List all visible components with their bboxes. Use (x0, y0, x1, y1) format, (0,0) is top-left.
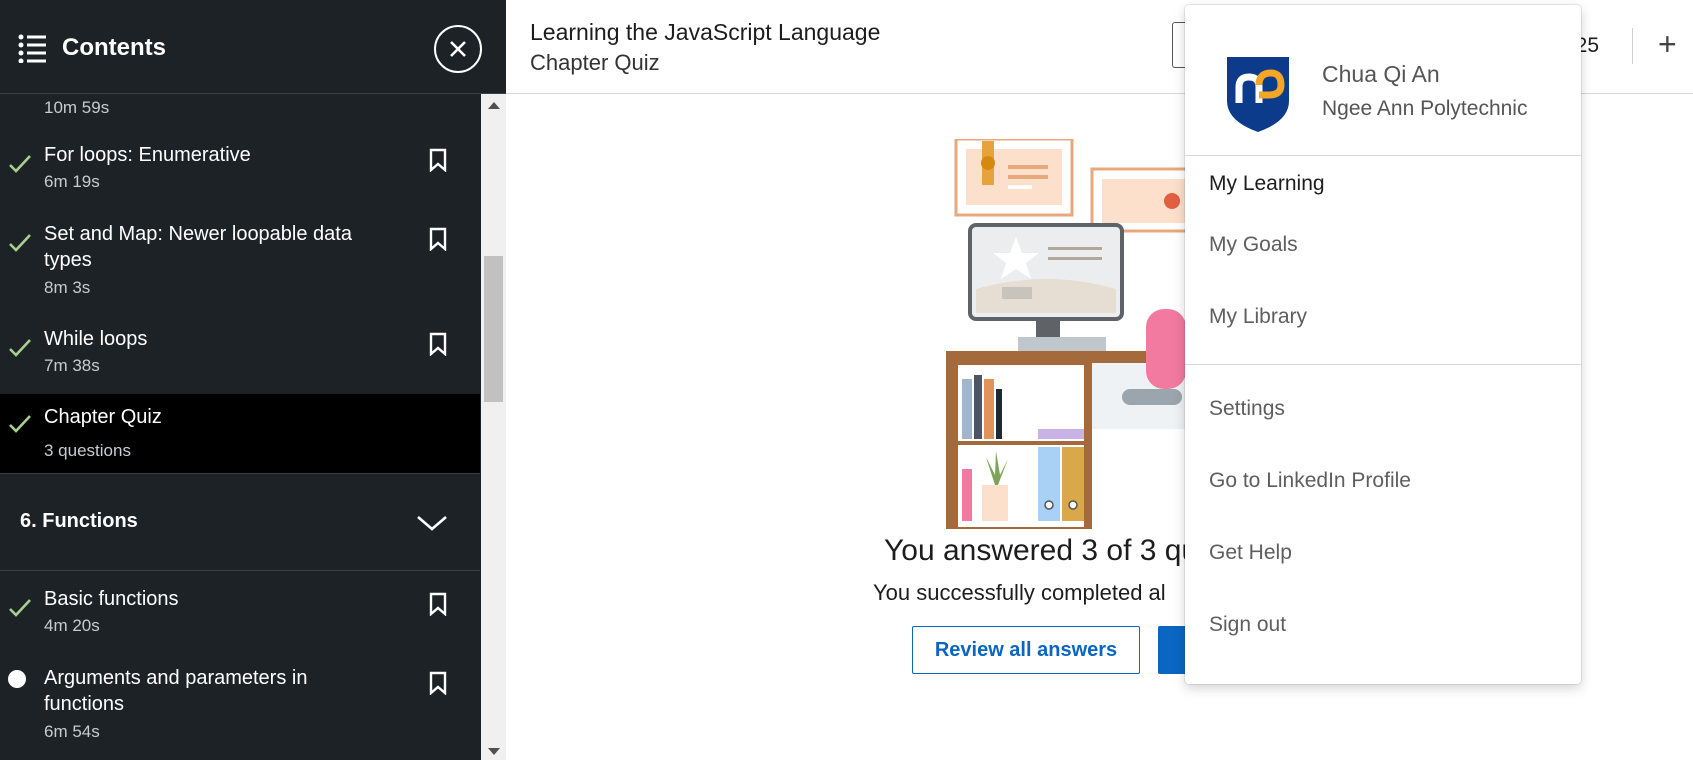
menu-item-get-help[interactable]: Get Help (1209, 541, 1292, 565)
check-icon (9, 339, 31, 357)
header-divider (1632, 28, 1633, 64)
menu-divider (1185, 155, 1581, 156)
toc-item[interactable]: Basic functions 4m 20s (0, 586, 480, 646)
toc-item-title: Basic functions (44, 588, 179, 610)
ngee-ann-polytechnic-logo (1227, 57, 1289, 132)
toc-item-duration: 8m 3s (44, 278, 91, 297)
user-name: Chua Qi An (1322, 61, 1440, 87)
toc-item[interactable]: Arguments and parameters in functions 6m… (0, 665, 480, 760)
toc-item[interactable]: For loops: Enumerative 6m 19s (0, 142, 480, 202)
chevron-down-icon (417, 516, 447, 531)
toc-item-duration: 7m 38s (44, 356, 100, 375)
add-icon[interactable]: + (1658, 28, 1677, 60)
scroll-up-arrow-icon[interactable] (488, 102, 500, 109)
toc-item-title: Arguments and parameters in functions (44, 667, 308, 715)
menu-item-my-library[interactable]: My Library (1209, 305, 1307, 329)
bookmark-icon[interactable] (428, 592, 448, 616)
toc-item-duration: 6m 19s (44, 172, 100, 191)
close-icon (450, 41, 466, 57)
toc-item-duration: 4m 20s (44, 616, 100, 635)
menu-item-sign-out[interactable]: Sign out (1209, 613, 1286, 637)
toc-item-partial[interactable]: 10m 59s (0, 94, 480, 124)
scroll-down-arrow-icon[interactable] (488, 748, 500, 755)
in-progress-dot-icon (8, 670, 26, 688)
section-header-functions[interactable]: 6. Functions (0, 473, 480, 571)
toc-item-duration: 10m 59s (44, 98, 110, 117)
bookmark-icon[interactable] (428, 332, 448, 356)
toc-item[interactable]: While loops 7m 38s (0, 326, 480, 386)
account-dropdown-menu: Chua Qi An Ngee Ann Polytechnic My Learn… (1185, 5, 1581, 684)
toc-item-title: Set and Map: Newer loopable data types (44, 223, 352, 271)
toc-item-active[interactable]: Chapter Quiz 3 questions (0, 394, 480, 473)
menu-item-linkedin-profile[interactable]: Go to LinkedIn Profile (1209, 469, 1411, 493)
contents-sidebar: Contents 10m 59s For loops: Enumerative … (0, 0, 506, 760)
review-all-answers-button[interactable]: Review all answers (912, 626, 1140, 674)
check-icon (9, 599, 31, 617)
organization-name: Ngee Ann Polytechnic (1322, 97, 1528, 120)
section-label: 6. Functions (20, 510, 138, 532)
list-icon (18, 34, 46, 63)
check-icon (9, 155, 31, 173)
menu-item-my-goals[interactable]: My Goals (1209, 233, 1298, 257)
course-title[interactable]: Learning the JavaScript Language (530, 19, 880, 46)
toc-item-duration: 3 questions (44, 441, 131, 460)
check-icon (9, 415, 31, 433)
menu-item-settings[interactable]: Settings (1209, 397, 1285, 421)
check-icon (9, 234, 31, 252)
bookmark-icon[interactable] (428, 671, 448, 695)
menu-item-my-learning[interactable]: My Learning (1209, 172, 1325, 196)
toc-item-title: For loops: Enumerative (44, 144, 251, 166)
toc-item-duration: 6m 54s (44, 722, 100, 741)
close-sidebar-button[interactable] (434, 25, 482, 73)
bookmark-icon[interactable] (428, 227, 448, 251)
quiz-result-subtitle: You successfully completed al (873, 580, 1166, 605)
toc-item-title: While loops (44, 328, 148, 350)
sidebar-scrollbar[interactable] (481, 94, 506, 760)
sidebar-header: Contents (0, 0, 506, 94)
page-subtitle: Chapter Quiz (530, 50, 660, 75)
toc-list: 10m 59s For loops: Enumerative 6m 19s Se… (0, 94, 480, 760)
toc-item-title: Chapter Quiz (44, 406, 162, 428)
sidebar-title: Contents (62, 34, 166, 61)
toc-item[interactable]: Set and Map: Newer loopable data types 8… (0, 221, 480, 307)
bookmark-icon[interactable] (428, 148, 448, 172)
quiz-result-title: You answered 3 of 3 qu (884, 534, 1199, 567)
menu-divider (1185, 364, 1581, 365)
scroll-thumb[interactable] (484, 256, 503, 402)
